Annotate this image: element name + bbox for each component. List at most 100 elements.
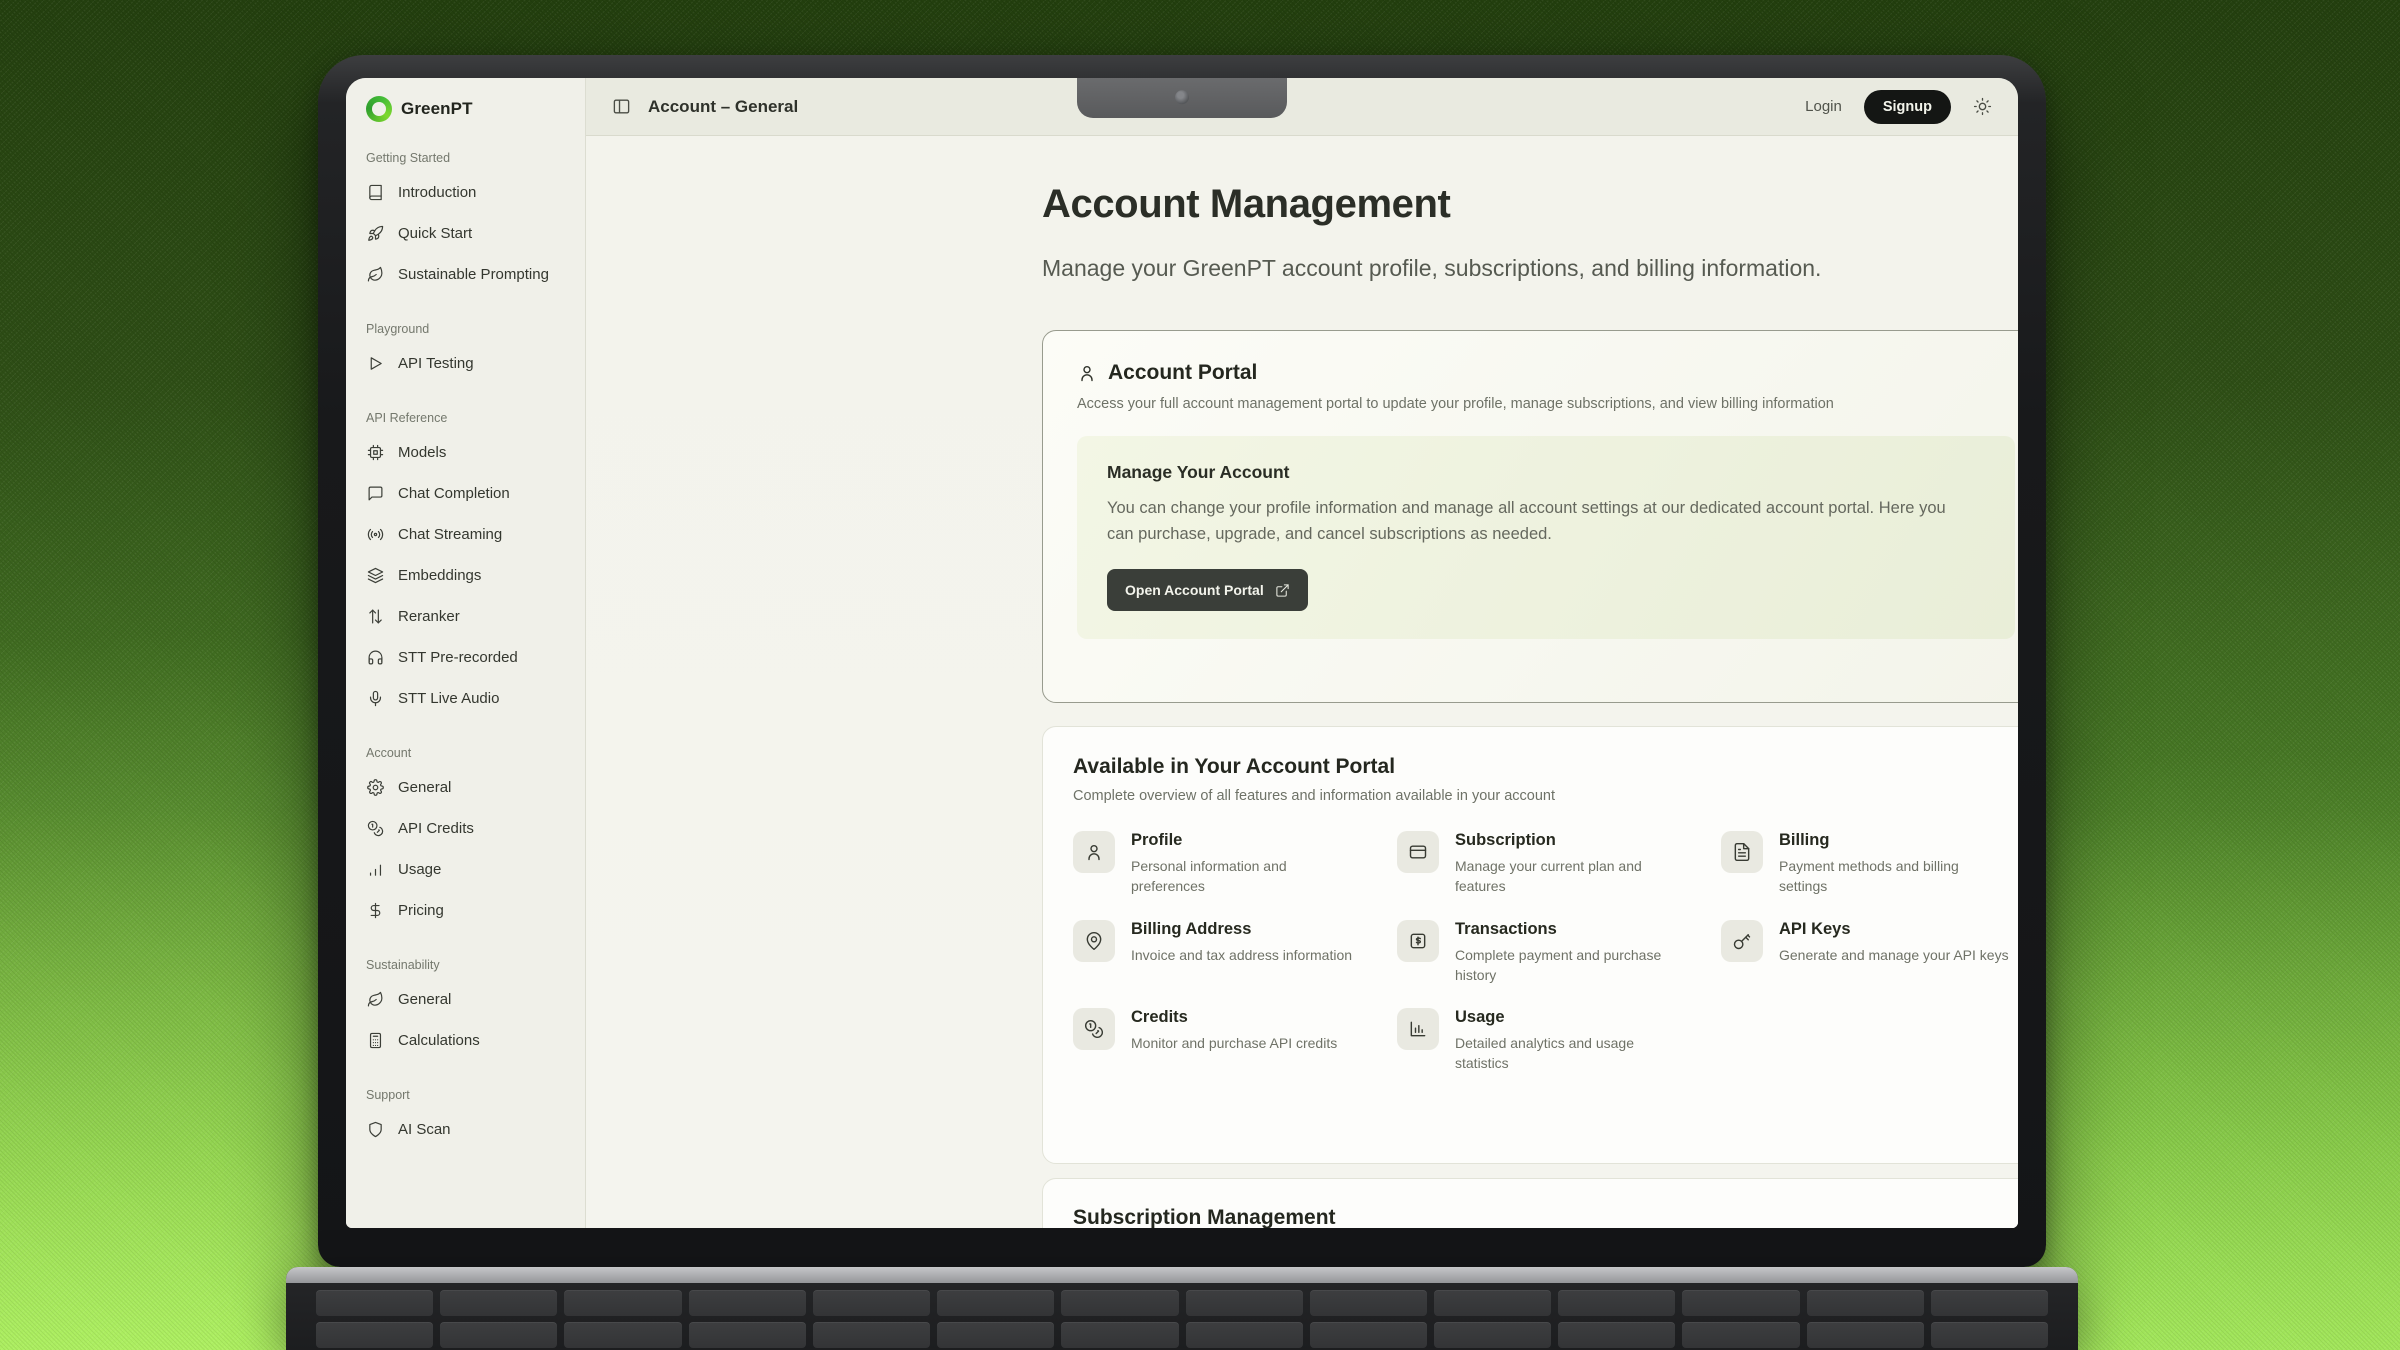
keyboard-key (813, 1290, 930, 1316)
sidebar-item-label: Models (398, 444, 446, 461)
external-link-icon (1275, 583, 1290, 598)
keyboard-row (316, 1322, 2048, 1348)
sidebar-item-sustainability-general[interactable]: General (346, 979, 585, 1020)
sidebar-item-api-reference-stt-pre-recorded[interactable]: STT Pre-recorded (346, 637, 585, 678)
keyboard-key (1682, 1322, 1799, 1348)
keyboard-key (1061, 1322, 1178, 1348)
keyboard-key (689, 1322, 806, 1348)
arrow-up-down-icon (367, 608, 384, 625)
feature-item-billing-address: Billing Address Invoice and tax address i… (1073, 920, 1371, 986)
keyboard-key (1558, 1322, 1675, 1348)
leaf-icon (367, 266, 384, 283)
signup-button[interactable]: Signup (1864, 90, 1951, 124)
feature-title: Billing Address (1131, 920, 1352, 939)
account-portal-description: Access your full account management port… (1077, 396, 2015, 412)
user-icon (1077, 363, 1097, 383)
features-card: Available in Your Account Portal Complet… (1042, 726, 2018, 1164)
feature-description: Generate and manage your API keys (1779, 945, 2009, 965)
coins-icon (367, 820, 384, 837)
sidebar-item-account-usage[interactable]: Usage (346, 849, 585, 890)
sidebar-item-api-reference-reranker[interactable]: Reranker (346, 596, 585, 637)
feature-title: Profile (1131, 831, 1361, 850)
sidebar-item-getting-started-introduction[interactable]: Introduction (346, 172, 585, 213)
keyboard-key (1310, 1322, 1427, 1348)
feature-title: Credits (1131, 1008, 1337, 1027)
brand-logo[interactable]: GreenPT (346, 94, 585, 124)
feature-title: Billing (1779, 831, 2009, 850)
play-icon (367, 355, 384, 372)
sidebar-item-label: Chat Streaming (398, 526, 502, 543)
laptop-notch (1077, 78, 1287, 118)
keyboard-key (1931, 1290, 2048, 1316)
sidebar-item-api-reference-chat-completion[interactable]: Chat Completion (346, 473, 585, 514)
manage-account-title: Manage Your Account (1107, 462, 1985, 483)
feature-title: Transactions (1455, 920, 1685, 939)
keyboard-key (564, 1290, 681, 1316)
sidebar-item-account-pricing[interactable]: Pricing (346, 890, 585, 931)
sidebar-item-getting-started-sustainable-prompting[interactable]: Sustainable Prompting (346, 254, 585, 295)
sidebar-section-label-playground: Playground (366, 322, 585, 336)
account-portal-title: Account Portal (1108, 361, 1257, 385)
open-account-portal-button[interactable]: Open Account Portal (1107, 569, 1308, 611)
sidebar-item-api-reference-models[interactable]: Models (346, 432, 585, 473)
feature-item-transactions: Transactions Complete payment and purchas… (1397, 920, 1695, 986)
panel-left-icon[interactable] (612, 97, 631, 116)
sidebar-item-label: Reranker (398, 608, 460, 625)
sidebar-section-label-getting-started: Getting Started (366, 151, 585, 165)
brand-logo-icon (366, 96, 392, 122)
bar-chart-icon (367, 861, 384, 878)
headphones-icon (367, 649, 384, 666)
feature-description: Invoice and tax address information (1131, 945, 1352, 965)
sidebar-item-account-api-credits[interactable]: API Credits (346, 808, 585, 849)
keyboard-key (1558, 1290, 1675, 1316)
sidebar-item-api-reference-chat-streaming[interactable]: Chat Streaming (346, 514, 585, 555)
main-area: Account Management Manage your GreenPT a… (586, 136, 2018, 1228)
sidebar-item-api-reference-embeddings[interactable]: Embeddings (346, 555, 585, 596)
sidebar-item-getting-started-quick-start[interactable]: Quick Start (346, 213, 585, 254)
sidebar-item-api-reference-stt-live-audio[interactable]: STT Live Audio (346, 678, 585, 719)
keyboard-key (1186, 1322, 1303, 1348)
keyboard-key (1434, 1322, 1551, 1348)
deck-edge (286, 1267, 2078, 1283)
sidebar-item-label: General (398, 991, 451, 1008)
feature-title: Subscription (1455, 831, 1685, 850)
page-title: Account – General (648, 97, 798, 117)
keyboard-key (937, 1290, 1054, 1316)
sidebar-item-playground-api-testing[interactable]: API Testing (346, 343, 585, 384)
feature-description: Personal information and preferences (1131, 856, 1361, 897)
sidebar-item-support-ai-scan[interactable]: AI Scan (346, 1109, 585, 1150)
coins-icon (1073, 1008, 1115, 1050)
sun-icon[interactable] (1973, 97, 1992, 116)
login-link[interactable]: Login (1805, 98, 1842, 115)
account-portal-card: Account Portal Access your full account … (1042, 330, 2018, 703)
topbar-right: Login Signup (1805, 90, 1992, 124)
dollar-square-icon (1397, 920, 1439, 962)
keyboard-key (440, 1322, 557, 1348)
feature-description: Complete payment and purchase history (1455, 945, 1685, 986)
keyboard-key (564, 1322, 681, 1348)
broadcast-icon (367, 526, 384, 543)
sidebar-item-label: Usage (398, 861, 441, 878)
cpu-icon (367, 444, 384, 461)
keyboard-key (1807, 1290, 1924, 1316)
sidebar-item-label: Sustainable Prompting (398, 266, 549, 283)
sidebar-item-label: Embeddings (398, 567, 481, 584)
keyboard-key (1434, 1290, 1551, 1316)
sidebar-section-label-sustainability: Sustainability (366, 958, 585, 972)
sidebar-item-sustainability-calculations[interactable]: Calculations (346, 1020, 585, 1061)
user-icon (1073, 831, 1115, 873)
keyboard-key (1807, 1322, 1924, 1348)
feature-item-credits: Credits Monitor and purchase API credits (1073, 1008, 1371, 1074)
sidebar-item-account-general[interactable]: General (346, 767, 585, 808)
features-card-title: Available in Your Account Portal (1073, 755, 2018, 779)
subscription-management-title: Subscription Management (1073, 1206, 2018, 1228)
account-portal-card-header: Account Portal (1077, 361, 2015, 385)
feature-description: Monitor and purchase API credits (1131, 1033, 1337, 1053)
laptop-camera (1175, 90, 1189, 104)
keyboard-key (689, 1290, 806, 1316)
keyboard-key (813, 1322, 930, 1348)
manage-account-body: You can change your profile information … (1107, 496, 1959, 547)
sidebar-item-label: Chat Completion (398, 485, 510, 502)
key-icon (1721, 920, 1763, 962)
feature-description: Payment methods and billing settings (1779, 856, 2009, 897)
